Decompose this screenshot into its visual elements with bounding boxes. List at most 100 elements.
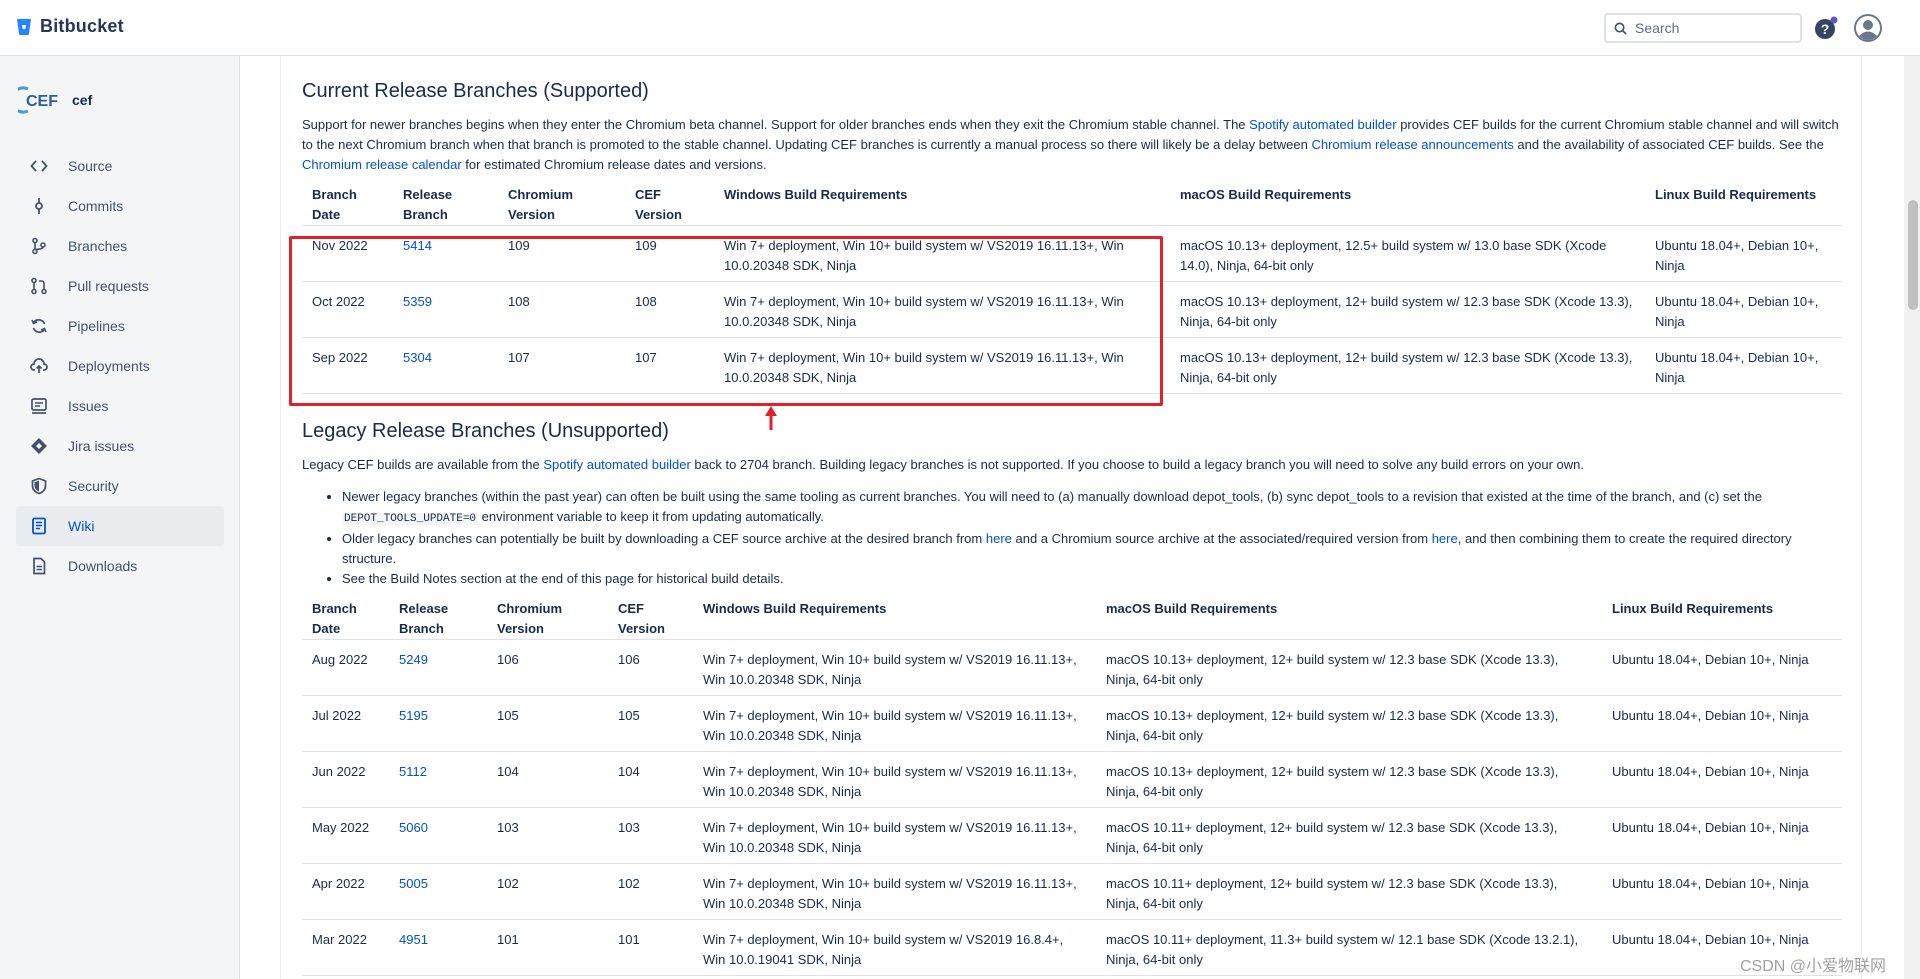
wiki-content: Current Release Branches (Supported) Sup… (280, 56, 1862, 979)
table-cell: Win 7+ deployment, Win 10+ build system … (693, 863, 1096, 920)
table-cell: 108 (625, 281, 714, 338)
sidebar-item-deployments[interactable]: Deployments (16, 346, 224, 386)
sidebar-item-label: Wiki (68, 518, 95, 534)
list-item: Older legacy branches can potentially be… (342, 529, 1842, 569)
legacy-branches-heading: Legacy Release Branches (Unsupported) (302, 420, 669, 442)
table-cell: 106 (608, 639, 693, 696)
list-item: Newer legacy branches (within the past y… (342, 487, 1842, 529)
release-branch-link[interactable]: 5304 (403, 350, 432, 365)
sidebar-item-label: Branches (68, 238, 128, 254)
table-cell: macOS 10.11+ deployment, 11.3+ build sys… (1096, 919, 1602, 976)
release-branch-link[interactable]: 5060 (399, 820, 428, 835)
text-run: and a Chromium source archive at the ass… (1011, 531, 1432, 546)
pull-request-icon (31, 277, 47, 295)
table-cell: 105 (608, 695, 693, 752)
table-cell: Ubuntu 18.04+, Debian 10+, Ninja (1645, 281, 1842, 338)
text-run: back to 2704 branch. Building legacy bra… (690, 457, 1585, 472)
table-cell: Ubuntu 18.04+, Debian 10+, Ninja (1645, 225, 1842, 282)
sidebar-item-pipelines[interactable]: Pipelines (16, 306, 224, 346)
current-branches-table: Branch Date Release Branch Chromium Versio… (302, 185, 1842, 394)
commit-icon (35, 198, 43, 214)
release-branch-cell: 5112 (389, 751, 487, 808)
shield-icon (31, 477, 47, 495)
text-run: Newer legacy branches (within the past y… (342, 489, 1762, 504)
user-avatar-icon[interactable] (1854, 14, 1882, 42)
sidebar-item-downloads[interactable]: Downloads (16, 546, 224, 586)
scrollbar-thumb[interactable] (1908, 200, 1918, 310)
sidebar-item-pull-requests[interactable]: Pull requests (16, 266, 224, 306)
table-row: Jul 2022 5195 105 105 Win 7+ deployment, Win… (302, 695, 1842, 752)
code-icon (30, 160, 48, 172)
release-branch-link[interactable]: 5195 (399, 708, 428, 723)
column-header: Branch Date (312, 187, 357, 222)
table-header-row: Branch Date Release Branch Chromium Versio… (302, 599, 1842, 640)
sidebar-item-label: Issues (68, 398, 109, 414)
column-header: Chromium Version (497, 601, 562, 636)
table-cell: Win 7+ deployment, Win 10+ build system … (693, 919, 1096, 976)
help-icon[interactable]: ? (1814, 16, 1838, 40)
sidebar-item-security[interactable]: Security (16, 466, 224, 506)
jira-icon (31, 438, 47, 454)
sidebar: CEF cef Source Commits Branches Pull req… (0, 56, 240, 979)
table-row: May 2022 5060 103 103 Win 7+ deployment, Win… (302, 807, 1842, 864)
release-branch-cell: 5249 (389, 639, 487, 696)
sidebar-item-issues[interactable]: Issues (16, 386, 224, 426)
inline-code: DEPOT_TOOLS_UPDATE=0 (342, 513, 479, 525)
inline-link[interactable]: Spotify automated builder (1249, 117, 1396, 132)
table-cell: 104 (608, 751, 693, 808)
sidebar-navigation: Source Commits Branches Pull requests Pi… (16, 146, 224, 586)
release-branch-cell: 5005 (389, 863, 487, 920)
release-branch-link[interactable]: 4951 (399, 932, 428, 947)
text-run: for estimated Chromium release dates and… (461, 157, 767, 172)
inline-link[interactable]: Spotify automated builder (543, 457, 690, 472)
release-branch-link[interactable]: 5249 (399, 652, 428, 667)
deployments-icon (30, 358, 48, 373)
sidebar-item-jira-issues[interactable]: Jira issues (16, 426, 224, 466)
column-header: Linux Build Requirements (1655, 187, 1817, 202)
inline-link[interactable]: Chromium release announcements (1311, 137, 1513, 152)
release-branch-link[interactable]: 5005 (399, 876, 428, 891)
table-cell: macOS 10.13+ deployment, 12+ build syste… (1170, 337, 1645, 394)
search-input[interactable] (1635, 20, 1785, 36)
bitbucket-logo[interactable]: Bitbucket (16, 16, 124, 37)
column-header: Branch Date (312, 601, 357, 636)
sidebar-item-commits[interactable]: Commits (16, 186, 224, 226)
text-run: See the Build Notes section at the end o… (342, 571, 784, 586)
table-cell: Ubuntu 18.04+, Debian 10+, Ninja (1602, 863, 1842, 920)
text-run: Legacy CEF builds are available from the (302, 457, 544, 472)
table-cell: macOS 10.11+ deployment, 12+ build syste… (1096, 863, 1602, 920)
column-header: Chromium Version (508, 187, 573, 222)
sidebar-item-label: Source (68, 158, 113, 174)
release-branch-link[interactable]: 5359 (403, 294, 432, 309)
release-branch-cell: 5304 (393, 337, 498, 394)
column-header: Release Branch (403, 187, 453, 222)
repository-header[interactable]: CEF cef (18, 84, 92, 116)
wiki-icon (32, 517, 46, 535)
inline-link[interactable]: here (1432, 531, 1458, 546)
column-header: Linux Build Requirements (1612, 601, 1774, 616)
table-cell: macOS 10.13+ deployment, 12+ build syste… (1096, 751, 1602, 808)
table-cell: Jun 2022 (302, 751, 389, 808)
sidebar-item-wiki[interactable]: Wiki (16, 506, 224, 546)
sidebar-item-branches[interactable]: Branches (16, 226, 224, 266)
table-cell: Win 7+ deployment, Win 10+ build system … (714, 225, 1170, 282)
table-cell: 107 (498, 337, 625, 394)
current-branches-heading: Current Release Branches (Supported) (302, 80, 649, 102)
inline-link[interactable]: Chromium release calendar (302, 157, 462, 172)
watermark-text: CSDN @小爱物联网 (1740, 958, 1887, 975)
sidebar-item-label: Jira issues (68, 438, 135, 454)
legacy-notes-list: Newer legacy branches (within the past y… (302, 487, 1842, 589)
table-cell: Ubuntu 18.04+, Debian 10+, Ninja (1602, 639, 1842, 696)
inline-link[interactable]: here (986, 531, 1012, 546)
list-item: See the Build Notes section at the end o… (342, 569, 1842, 589)
release-branch-link[interactable]: 5414 (403, 238, 432, 253)
table-cell: Oct 2022 (302, 281, 393, 338)
release-branch-link[interactable]: 5112 (399, 764, 427, 779)
sidebar-item-label: Downloads (68, 558, 138, 574)
sidebar-item-source[interactable]: Source (16, 146, 224, 186)
search-box[interactable] (1604, 13, 1802, 43)
table-cell: Ubuntu 18.04+, Debian 10+, Ninja (1602, 695, 1842, 752)
bitbucket-icon (17, 18, 31, 35)
page-scrollbar[interactable] (1904, 56, 1920, 979)
legacy-branches-description: Legacy CEF builds are available from the… (302, 455, 1842, 475)
